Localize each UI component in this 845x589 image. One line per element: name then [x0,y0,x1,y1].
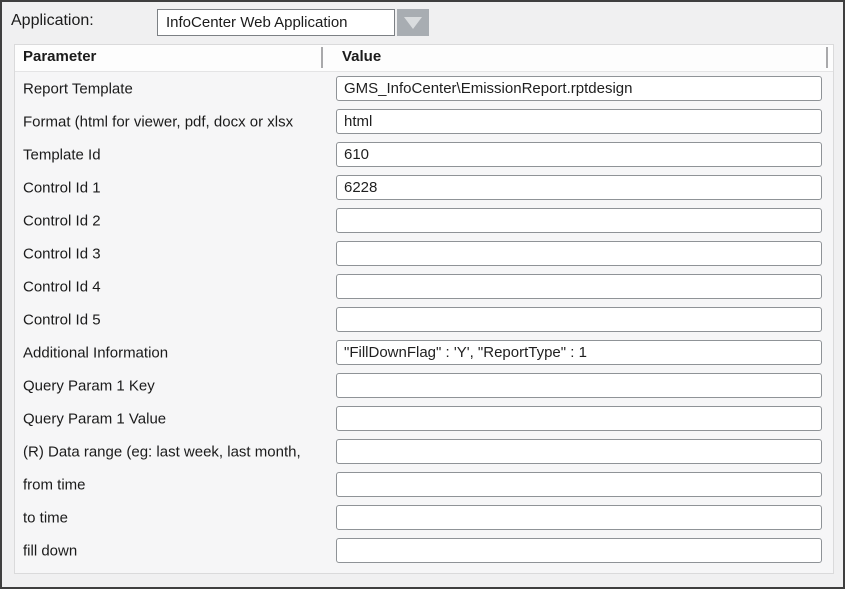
parameter-panel: { "application": { "label": "Application… [0,0,845,589]
table-row: Control Id 4 [15,270,833,303]
column-separator [826,47,828,68]
parameter-value-input[interactable] [336,307,822,332]
parameter-label: Control Id 4 [23,278,101,295]
parameter-value-input[interactable] [336,373,822,398]
parameter-label: Control Id 5 [23,311,101,328]
parameter-label: Control Id 3 [23,245,101,262]
parameter-value-input[interactable] [336,505,822,530]
table-row: Control Id 3 [15,237,833,270]
parameter-label: Query Param 1 Key [23,377,155,394]
table-header-row: Parameter Value [15,45,833,72]
parameter-value-input[interactable] [336,109,822,134]
parameter-label: Report Template [23,80,133,97]
table-row: Template Id [15,138,833,171]
parameter-label: Template Id [23,146,101,163]
parameter-value-input[interactable] [336,76,822,101]
parameter-label: fill down [23,542,77,559]
parameter-label: from time [23,476,86,493]
table-row: Query Param 1 Key [15,369,833,402]
table-row: from time [15,468,833,501]
column-header-value: Value [342,48,381,65]
parameter-value-input[interactable] [336,538,822,563]
table-row: to time [15,501,833,534]
column-header-parameter: Parameter [23,48,96,65]
table-row: Format (html for viewer, pdf, docx or xl… [15,105,833,138]
triangle-down-icon [404,17,422,29]
parameter-label: Query Param 1 Value [23,410,166,427]
table-row: Additional Information [15,336,833,369]
application-selected-value: InfoCenter Web Application [166,14,348,31]
parameter-value-input[interactable] [336,472,822,497]
parameter-value-input[interactable] [336,439,822,464]
table-row: Control Id 5 [15,303,833,336]
column-separator [321,47,323,68]
parameter-label: Additional Information [23,344,168,361]
parameter-value-input[interactable] [336,340,822,365]
parameter-value-input[interactable] [336,274,822,299]
parameter-value-input[interactable] [336,406,822,431]
parameter-value-input[interactable] [336,208,822,233]
table-row: Query Param 1 Value [15,402,833,435]
parameter-label: Format (html for viewer, pdf, docx or xl… [23,113,293,130]
application-dropdown-button[interactable] [397,9,429,36]
table-row: fill down [15,534,833,567]
parameter-label: (R) Data range (eg: last week, last mont… [23,443,301,460]
parameter-label: to time [23,509,68,526]
table-row: Report Template [15,72,833,105]
parameter-label: Control Id 2 [23,212,101,229]
table-row: Control Id 1 [15,171,833,204]
application-combobox[interactable]: InfoCenter Web Application [157,9,395,36]
parameter-value-input[interactable] [336,175,822,200]
table-row: (R) Data range (eg: last week, last mont… [15,435,833,468]
parameter-value-input[interactable] [336,241,822,266]
application-label: Application: [11,12,94,30]
table-rows-container: Report Template Format (html for viewer,… [15,72,833,567]
table-row: Control Id 2 [15,204,833,237]
parameter-value-input[interactable] [336,142,822,167]
parameter-table: Parameter Value Report Template Format (… [14,44,834,574]
parameter-label: Control Id 1 [23,179,101,196]
